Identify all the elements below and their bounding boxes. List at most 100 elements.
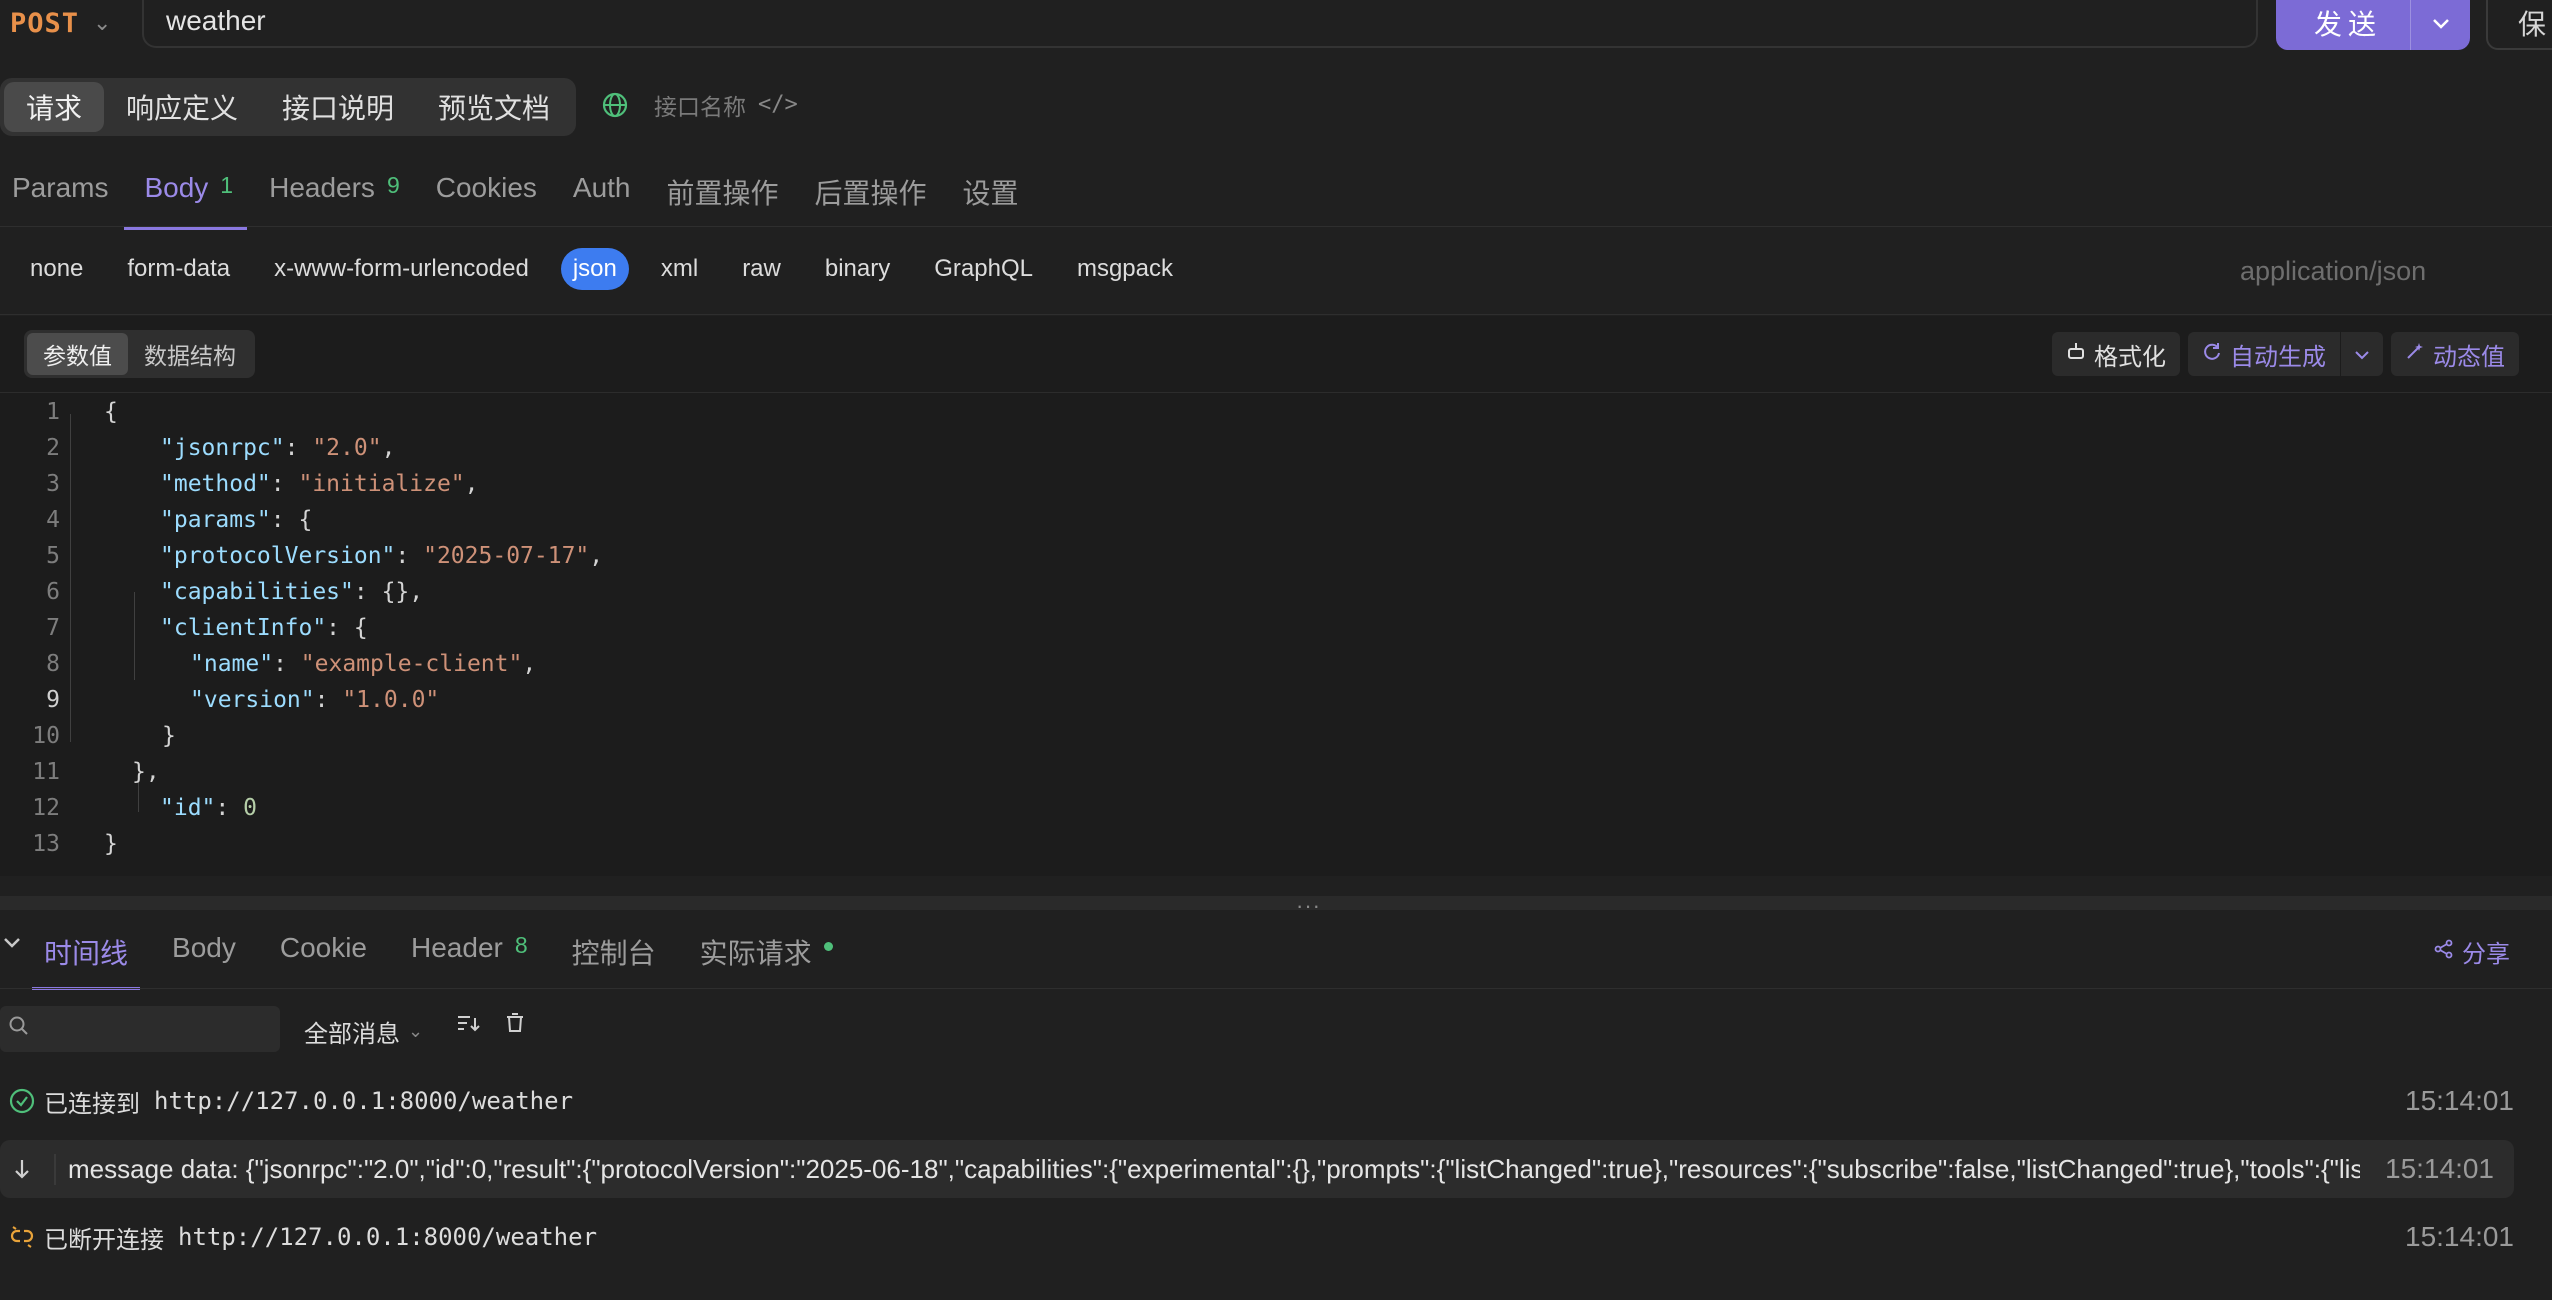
tab-label: Body xyxy=(144,172,209,203)
tab-headers[interactable]: Headers 9 xyxy=(269,160,400,228)
interface-name-input[interactable]: 接口名称 xyxy=(654,90,746,120)
code-line: 1{ xyxy=(0,394,2552,430)
tab-label: 后置操作 xyxy=(814,178,927,209)
line-number: 11 xyxy=(32,759,60,785)
code-line: 3 "method": "initialize", xyxy=(0,466,2552,502)
subtab-data-structure[interactable]: 数据结构 xyxy=(128,333,252,375)
method-select[interactable]: POST ⌄ xyxy=(0,0,140,46)
line-number: 12 xyxy=(32,795,60,821)
send-button[interactable]: 发送 xyxy=(2276,0,2470,50)
tab-post-operations[interactable]: 后置操作 xyxy=(815,160,927,228)
code-line: 12 "id": 0 xyxy=(0,790,2552,826)
body-type-msgpack[interactable]: msgpack xyxy=(1065,248,1185,290)
message-filter-label: 全部消息 xyxy=(304,1021,400,1048)
tab-label: Headers xyxy=(269,172,375,203)
divider xyxy=(0,988,2552,989)
tab-response-body[interactable]: Body xyxy=(172,920,236,988)
tab-label: 设置 xyxy=(962,178,1019,209)
dynamic-value-button[interactable]: 动态值 xyxy=(2391,332,2519,376)
timeline-row-connected[interactable]: 已连接到 http://127.0.0.1:8000/weather 15:14… xyxy=(0,1072,2514,1130)
tab-params[interactable]: Params xyxy=(12,160,108,228)
body-type-none[interactable]: none xyxy=(18,248,95,290)
line-number: 8 xyxy=(46,651,60,677)
tab-label: Auth xyxy=(572,172,631,203)
status-dot xyxy=(823,942,833,951)
url-text: weather xyxy=(166,5,266,36)
line-number: 4 xyxy=(46,507,60,533)
refresh-icon xyxy=(2202,341,2222,367)
body-type-urlencoded[interactable]: x-www-form-urlencoded xyxy=(262,248,541,290)
tab-timeline[interactable]: 时间线 xyxy=(31,920,141,990)
share-label: 分享 xyxy=(2462,941,2510,968)
timeline-event-url: http://127.0.0.1:8000/weather xyxy=(154,1087,574,1115)
tab-response-definition[interactable]: 响应定义 xyxy=(104,82,260,132)
timeline-timestamp: 15:14:01 xyxy=(2385,1153,2494,1184)
code-line: 10} xyxy=(0,718,2552,754)
timeline-timestamp: 15:14:01 xyxy=(2405,1221,2514,1252)
auto-generate-button[interactable]: 自动生成 xyxy=(2188,332,2340,376)
drag-handle-icon[interactable]: ··· xyxy=(1296,893,1321,919)
line-number: 1 xyxy=(46,399,60,425)
tab-console[interactable]: 控制台 xyxy=(572,920,656,988)
request-tabs: Params Body 1 Headers 9 Cookies Auth 前置操作 … xyxy=(0,160,1043,230)
tab-count-badge: 8 xyxy=(514,932,528,958)
tab-response-header[interactable]: Header 8 xyxy=(411,920,528,988)
tab-label: 实际请求 xyxy=(699,938,812,969)
panel-resize-handle[interactable] xyxy=(0,896,2552,910)
body-type-raw[interactable]: raw xyxy=(730,248,793,290)
trash-icon[interactable] xyxy=(504,1012,526,1040)
tab-label: 前置操作 xyxy=(666,178,779,209)
dynamic-value-label: 动态值 xyxy=(2433,343,2505,371)
search-input[interactable] xyxy=(0,1006,280,1052)
line-number: 9 xyxy=(46,687,60,713)
code-editor[interactable]: 1{ 2 "jsonrpc": "2.0", 3 "method": "initia… xyxy=(0,394,2552,862)
timeline-row-message[interactable]: message data: {"jsonrpc":"2.0","id":0,"r… xyxy=(0,1140,2514,1198)
message-filter-select[interactable]: 全部消息 ⌄ xyxy=(304,1014,423,1049)
format-label: 格式化 xyxy=(2094,343,2166,371)
globe-icon[interactable] xyxy=(600,90,630,127)
body-type-xml[interactable]: xml xyxy=(649,248,710,290)
code-line: 13} xyxy=(0,826,2552,862)
line-number: 13 xyxy=(32,831,60,857)
timeline-event-label: 已连接到 xyxy=(44,1090,140,1118)
send-divider xyxy=(2410,0,2412,50)
tab-label: Body xyxy=(172,932,236,963)
tab-settings[interactable]: 设置 xyxy=(963,160,1019,228)
timeline-timestamp: 15:14:01 xyxy=(2405,1085,2514,1116)
url-input[interactable]: weather xyxy=(142,0,2258,48)
share-button[interactable]: 分享 xyxy=(2434,934,2510,969)
code-icon[interactable]: </> xyxy=(758,92,798,117)
tab-cookies[interactable]: Cookies xyxy=(436,160,537,228)
timeline-row-disconnected[interactable]: 已断开连接 http://127.0.0.1:8000/weather 15:1… xyxy=(0,1208,2514,1266)
body-type-graphql[interactable]: GraphQL xyxy=(922,248,1045,290)
tab-response-cookie[interactable]: Cookie xyxy=(280,920,367,988)
tab-count-badge: 9 xyxy=(386,172,400,198)
tab-label: 时间线 xyxy=(44,938,129,969)
body-type-binary[interactable]: binary xyxy=(813,248,902,290)
tab-actual-request[interactable]: 实际请求 xyxy=(700,920,833,988)
line-number: 2 xyxy=(46,435,60,461)
chevron-down-icon[interactable] xyxy=(2431,10,2451,36)
tab-body[interactable]: Body 1 xyxy=(124,160,247,230)
broom-icon xyxy=(2066,341,2086,367)
response-tabs: 时间线 Body Cookie Header 8 控制台 实际请求 xyxy=(31,920,877,990)
method-label: POST xyxy=(10,7,80,39)
chevron-down-icon: ⌄ xyxy=(408,1021,424,1041)
body-type-json[interactable]: json xyxy=(560,248,629,290)
tab-request[interactable]: 请求 xyxy=(4,82,105,132)
tab-interface-description[interactable]: 接口说明 xyxy=(260,82,416,132)
format-button[interactable]: 格式化 xyxy=(2052,332,2180,376)
tab-label: Cookies xyxy=(435,172,537,203)
collapse-chevron-icon[interactable] xyxy=(2,930,22,956)
subtab-param-values[interactable]: 参数值 xyxy=(27,333,128,375)
save-button[interactable]: 保 xyxy=(2486,0,2552,50)
broken-link-icon xyxy=(0,1224,44,1250)
tab-label: Header xyxy=(411,932,503,963)
sort-icon[interactable] xyxy=(456,1012,480,1040)
line-number: 5 xyxy=(46,543,60,569)
body-type-form-data[interactable]: form-data xyxy=(115,248,242,290)
tab-auth[interactable]: Auth xyxy=(573,160,631,228)
auto-generate-dropdown[interactable] xyxy=(2340,332,2383,376)
tab-pre-operations[interactable]: 前置操作 xyxy=(667,160,779,228)
tab-preview-docs[interactable]: 预览文档 xyxy=(416,82,572,132)
